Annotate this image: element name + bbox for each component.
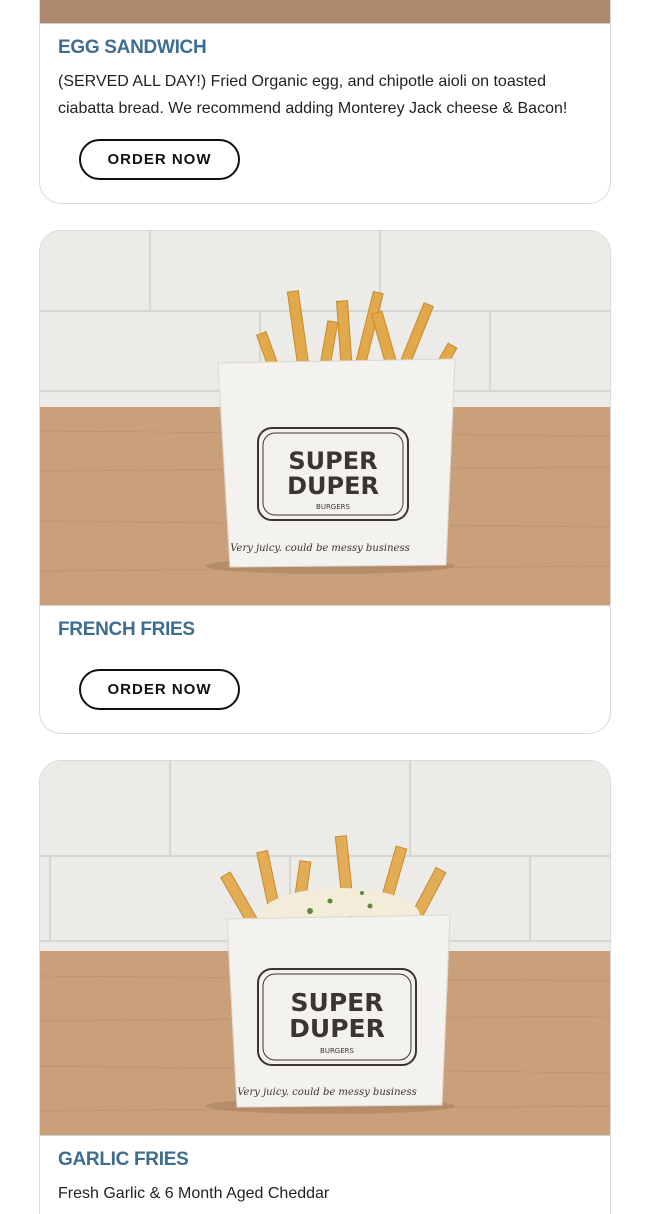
bag-tagline: Very juicy. could be messy business	[237, 1087, 416, 1098]
egg-sandwich-image	[40, 0, 610, 24]
bag-tagline: Very juicy. could be messy business	[230, 543, 409, 554]
french-fries-image: SUPER DUPER BURGERS Very juicy. could be…	[40, 231, 610, 606]
order-now-button[interactable]: ORDER NOW	[79, 669, 240, 710]
item-title: GARLIC FRIES	[58, 1149, 189, 1170]
bag-brand-line2: DUPER	[287, 472, 379, 500]
bag-brand-line2: DUPER	[289, 1014, 385, 1043]
menu-page: EGG SANDWICH (SERVED ALL DAY!) Fried Org…	[0, 0, 650, 1214]
bag-brand-sub: BURGERS	[316, 503, 351, 511]
item-title: FRENCH FRIES	[58, 619, 195, 640]
item-description: Fresh Garlic & 6 Month Aged Cheddar	[58, 1185, 330, 1202]
menu-card-garlic-fries: SUPER DUPER BURGERS Very juicy. could be…	[39, 760, 611, 1214]
bag-brand-line1: SUPER	[291, 988, 384, 1017]
menu-card-french-fries: SUPER DUPER BURGERS Very juicy. could be…	[39, 230, 611, 734]
order-now-button[interactable]: ORDER NOW	[79, 139, 240, 180]
item-description: (SERVED ALL DAY!) Fried Organic egg, and…	[58, 73, 568, 117]
bag-brand-sub: BURGERS	[320, 1047, 355, 1055]
item-title: EGG SANDWICH	[58, 37, 207, 58]
garlic-fries-image: SUPER DUPER BURGERS Very juicy. could be…	[40, 761, 610, 1136]
menu-card-egg-sandwich: EGG SANDWICH (SERVED ALL DAY!) Fried Org…	[39, 0, 611, 204]
bag-brand-line1: SUPER	[288, 447, 377, 475]
